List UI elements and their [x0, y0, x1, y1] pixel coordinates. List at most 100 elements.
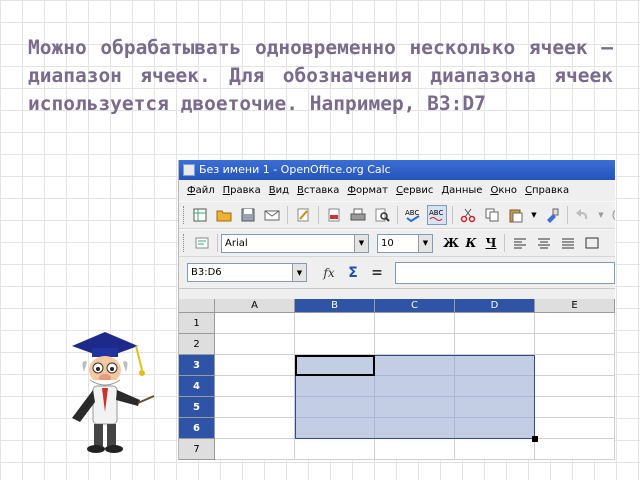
spellcheck-icon[interactable]: ABC — [403, 205, 423, 225]
cell-d2[interactable] — [455, 334, 535, 355]
copy-icon[interactable] — [482, 205, 502, 225]
cell-d1[interactable] — [455, 313, 535, 334]
title-bar[interactable]: Без имени 1 - OpenOffice.org Calc — [179, 160, 615, 180]
cut-icon[interactable] — [458, 205, 478, 225]
new-document-icon[interactable] — [190, 205, 210, 225]
row-header-6[interactable]: 6 — [179, 418, 215, 439]
cell-c2[interactable] — [375, 334, 455, 355]
cell-a4[interactable] — [215, 376, 295, 397]
font-name-dropdown-icon[interactable]: ▼ — [354, 234, 368, 252]
column-header-d[interactable]: D — [455, 299, 535, 313]
cell-e4[interactable] — [535, 376, 615, 397]
cell-e6[interactable] — [535, 418, 615, 439]
menu-help[interactable]: Справка — [521, 180, 573, 201]
menu-edit[interactable]: Правка — [219, 180, 265, 201]
cell-e7[interactable] — [535, 439, 615, 460]
save-icon[interactable] — [238, 205, 258, 225]
row-header-4[interactable]: 4 — [179, 376, 215, 397]
cell-b7[interactable] — [295, 439, 375, 460]
cell-a5[interactable] — [215, 397, 295, 418]
menu-bar: Файл Правка Вид Вставка Формат Сервис Да… — [179, 180, 615, 201]
menu-insert[interactable]: Вставка — [293, 180, 343, 201]
cell-a1[interactable] — [215, 313, 295, 334]
name-box[interactable]: B3:D6 ▼ — [187, 263, 307, 282]
cell-a2[interactable] — [215, 334, 295, 355]
row-header-5[interactable]: 5 — [179, 397, 215, 418]
font-size-combo[interactable]: 10 ▼ — [377, 233, 433, 253]
cell-d4[interactable] — [455, 376, 535, 397]
font-size-dropdown-icon[interactable]: ▼ — [418, 234, 432, 252]
cell-e1[interactable] — [535, 313, 615, 334]
autospellcheck-icon[interactable]: ABC — [427, 205, 447, 225]
merge-cells-icon[interactable] — [582, 233, 602, 253]
email-icon[interactable] — [262, 205, 282, 225]
cell-e3[interactable] — [535, 355, 615, 376]
cell-c1[interactable] — [375, 313, 455, 334]
cell-c3[interactable] — [375, 355, 455, 376]
cell-b6[interactable] — [295, 418, 375, 439]
row-header-2[interactable]: 2 — [179, 334, 215, 355]
formula-input[interactable] — [395, 261, 615, 284]
slide-text: Можно обрабатывать одновременно нескольк… — [28, 36, 613, 115]
cell-a3[interactable] — [215, 355, 295, 376]
column-header-a[interactable]: A — [215, 299, 295, 313]
column-header-b[interactable]: B — [295, 299, 375, 313]
menu-tools[interactable]: Сервис — [392, 180, 437, 201]
bold-button[interactable]: Ж — [441, 236, 461, 250]
menu-window[interactable]: Окно — [486, 180, 521, 201]
clone-formatting-icon[interactable] — [542, 205, 562, 225]
cell-b4[interactable] — [295, 376, 375, 397]
active-cell-b3[interactable] — [295, 355, 375, 376]
italic-button[interactable]: К — [461, 236, 481, 250]
font-name-value: Arial — [225, 237, 248, 249]
sum-icon[interactable]: Σ — [343, 263, 363, 283]
navigator-icon[interactable] — [609, 205, 615, 225]
print-icon[interactable] — [348, 205, 368, 225]
cell-d6[interactable] — [455, 418, 535, 439]
menu-data[interactable]: Данные — [437, 180, 486, 201]
cell-d5[interactable] — [455, 397, 535, 418]
align-center-icon[interactable] — [534, 233, 554, 253]
toolbar-grip[interactable] — [183, 206, 184, 224]
paste-icon[interactable] — [506, 205, 526, 225]
cell-c7[interactable] — [375, 439, 455, 460]
export-pdf-icon[interactable] — [324, 205, 344, 225]
row-header-1[interactable]: 1 — [179, 313, 215, 334]
cell-b5[interactable] — [295, 397, 375, 418]
cell-c6[interactable] — [375, 418, 455, 439]
menu-view[interactable]: Вид — [265, 180, 293, 201]
align-left-icon[interactable] — [510, 233, 530, 253]
function-wizard-icon[interactable]: fx — [319, 263, 339, 283]
undo-dropdown-icon[interactable]: ▼ — [597, 205, 605, 225]
cell-a6[interactable] — [215, 418, 295, 439]
column-header-c[interactable]: C — [375, 299, 455, 313]
cell-e5[interactable] — [535, 397, 615, 418]
cell-d3[interactable] — [455, 355, 535, 376]
toolbar-grip[interactable] — [183, 234, 186, 252]
menu-format[interactable]: Формат — [343, 180, 392, 201]
cell-e2[interactable] — [535, 334, 615, 355]
name-box-dropdown-icon[interactable]: ▼ — [292, 264, 306, 281]
row-header-7[interactable]: 7 — [179, 439, 215, 460]
cell-b2[interactable] — [295, 334, 375, 355]
open-folder-icon[interactable] — [214, 205, 234, 225]
cell-c5[interactable] — [375, 397, 455, 418]
cell-c4[interactable] — [375, 376, 455, 397]
font-name-combo[interactable]: Arial ▼ — [221, 233, 369, 253]
cell-b1[interactable] — [295, 313, 375, 334]
edit-file-icon[interactable] — [293, 205, 313, 225]
align-justify-icon[interactable] — [558, 233, 578, 253]
cell-a7[interactable] — [215, 439, 295, 460]
equals-icon[interactable]: = — [367, 263, 387, 283]
underline-button[interactable]: Ч — [481, 236, 501, 250]
fill-handle[interactable] — [532, 436, 538, 442]
paste-dropdown-icon[interactable]: ▼ — [530, 205, 538, 225]
cell-d7[interactable] — [455, 439, 535, 460]
row-header-3[interactable]: 3 — [179, 355, 215, 376]
select-all-corner[interactable] — [179, 299, 215, 313]
undo-icon[interactable] — [573, 205, 593, 225]
menu-file[interactable]: Файл — [183, 180, 219, 201]
column-header-e[interactable]: E — [535, 299, 615, 313]
styles-formatting-icon[interactable] — [192, 233, 212, 253]
page-preview-icon[interactable] — [372, 205, 392, 225]
